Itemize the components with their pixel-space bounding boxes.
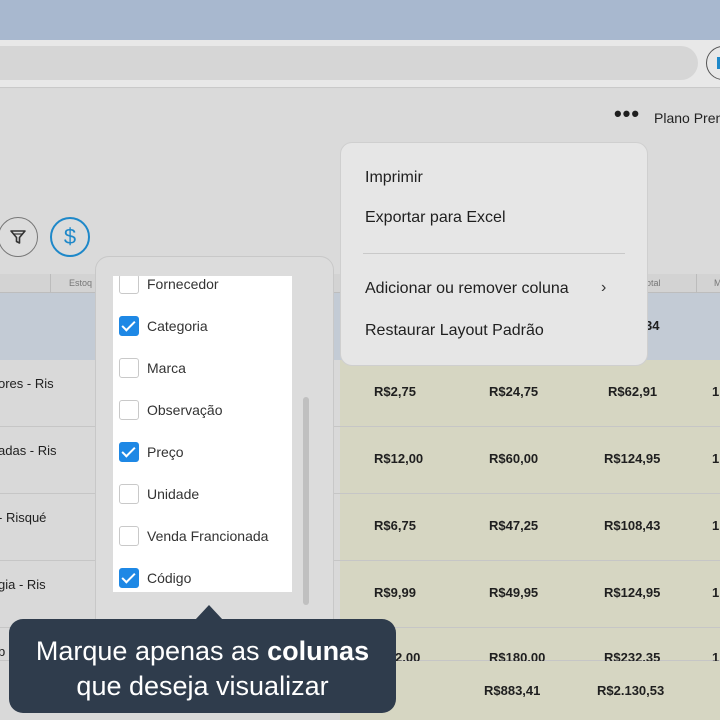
checkbox-checked-icon[interactable]: [119, 316, 139, 336]
column-option[interactable]: Código: [113, 557, 292, 592]
cell-total: R$124,95: [604, 585, 661, 600]
header-estoque[interactable]: Estoq: [69, 278, 92, 288]
cell-subtotal: R$47,25: [489, 518, 539, 533]
plan-label[interactable]: Plano Pren: [654, 110, 720, 126]
total-value: R$2.130,53: [597, 683, 665, 698]
cell-total: R$62,91: [608, 384, 658, 399]
column-option-label: Preço: [147, 444, 184, 460]
menu-divider: [363, 253, 625, 254]
column-option-label: Unidade: [147, 486, 200, 502]
column-option[interactable]: Marca: [113, 347, 292, 389]
header-separator: [50, 274, 51, 293]
cell-price: R$6,75: [374, 518, 416, 533]
checkbox-icon[interactable]: [119, 526, 139, 546]
checkbox-icon[interactable]: [119, 276, 139, 294]
column-option[interactable]: Venda Francionada: [113, 515, 292, 557]
column-option[interactable]: Observação: [113, 389, 292, 431]
cell-subtotal: R$24,75: [489, 384, 539, 399]
more-options-button[interactable]: •••: [612, 103, 642, 132]
cell-price: R$2,75: [374, 384, 416, 399]
cell-edge: 1: [712, 585, 720, 600]
column-option[interactable]: Categoria: [113, 305, 292, 347]
column-option-label: Marca: [147, 360, 186, 376]
checkbox-icon[interactable]: [119, 358, 139, 378]
column-option-label: Código: [147, 570, 192, 586]
product-name: ores - Ris: [0, 376, 54, 391]
menu-item-add-remove-column[interactable]: Adicionar ou remover coluna: [365, 280, 569, 298]
column-option-label: Categoria: [147, 318, 208, 334]
address-bar[interactable]: [0, 46, 698, 80]
product-name: - Risqué: [0, 510, 47, 525]
header-total[interactable]: otal: [646, 278, 661, 288]
menu-item-export-excel[interactable]: Exportar para Excel: [365, 209, 506, 227]
cell-price: R$12,00: [374, 451, 424, 466]
checkbox-checked-icon[interactable]: [119, 568, 139, 588]
cell-subtotal: R$49,95: [489, 585, 539, 600]
cell-subtotal: R$60,00: [489, 451, 539, 466]
column-option-label: Venda Francionada: [147, 528, 269, 544]
cell-edge: 1: [712, 451, 720, 466]
checkbox-icon[interactable]: [119, 484, 139, 504]
price-view-button[interactable]: $: [50, 217, 90, 257]
address-row: [0, 40, 720, 88]
header-separator: [696, 274, 697, 293]
column-option[interactable]: Unidade: [113, 473, 292, 515]
checkbox-checked-icon[interactable]: [119, 442, 139, 462]
cell-total: R$124,95: [604, 451, 661, 466]
checkbox-icon[interactable]: [119, 400, 139, 420]
options-menu: Imprimir Exportar para Excel Adicionar o…: [340, 142, 648, 366]
filter-icon: [10, 230, 26, 244]
column-option[interactable]: Fornecedor: [113, 276, 292, 305]
window-title-bar: [0, 0, 720, 40]
cell-total: R$108,43: [604, 518, 661, 533]
chevron-right-icon: ›: [601, 279, 607, 296]
columns-list: Fornecedor Categoria Marca Observação Preço U…: [113, 276, 292, 592]
column-option[interactable]: Preço: [113, 431, 292, 473]
header-m[interactable]: M: [714, 278, 720, 288]
tooltip-line-2: que deseja visualizar: [76, 671, 329, 701]
menu-item-restore-layout[interactable]: Restaurar Layout Padrão: [365, 322, 544, 340]
cell-price: R$9,99: [374, 585, 416, 600]
tooltip-line-1: Marque apenas as colunas: [35, 636, 370, 666]
instruction-tooltip: Marque apenas as colunas que deseja visu…: [9, 605, 396, 713]
product-name: adas - Ris: [0, 443, 57, 458]
menu-item-print[interactable]: Imprimir: [365, 169, 423, 187]
columns-scrollbar[interactable]: [303, 397, 309, 605]
product-name: b: [0, 644, 6, 659]
total-value: R$883,41: [484, 683, 541, 698]
cell-edge: 1: [712, 518, 720, 533]
cell-edge: 1: [712, 384, 720, 399]
profile-button[interactable]: [706, 46, 720, 80]
column-option-label: Fornecedor: [147, 276, 219, 292]
dollar-icon: $: [63, 224, 77, 249]
product-name: gia - Ris: [0, 577, 46, 592]
column-option-label: Observação: [147, 402, 223, 418]
